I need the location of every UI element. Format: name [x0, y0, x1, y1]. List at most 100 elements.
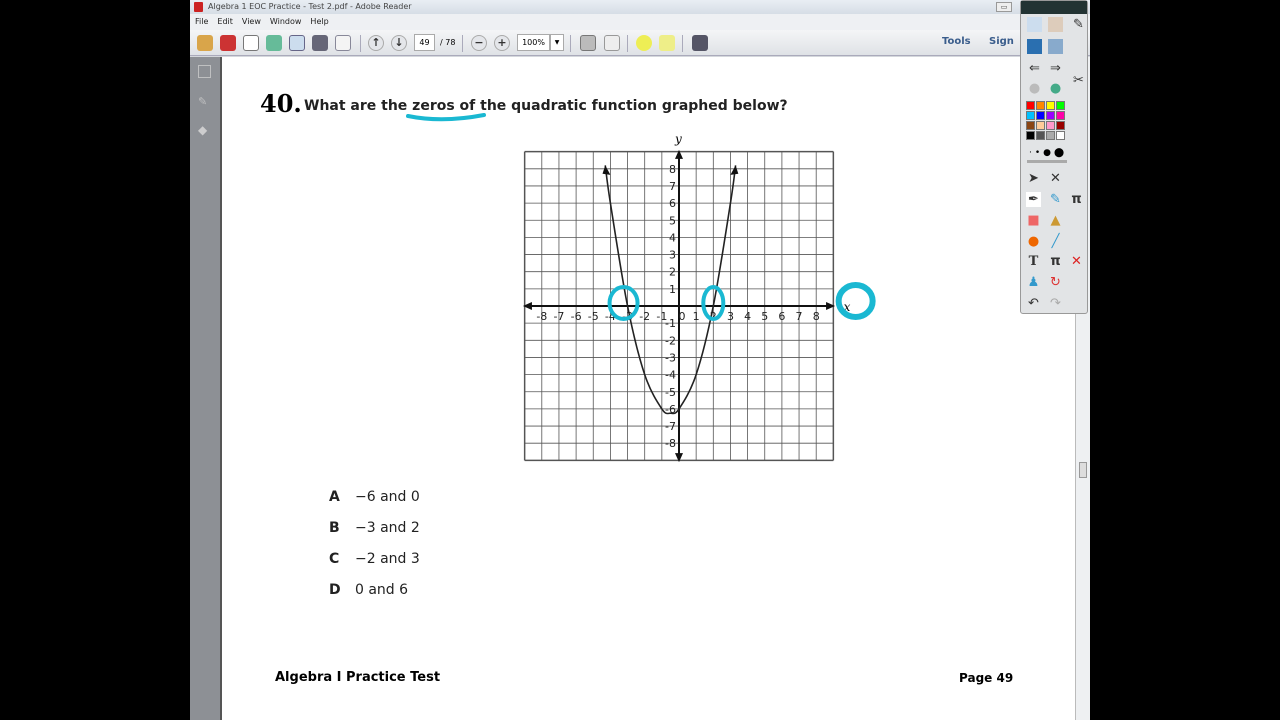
redo-icon[interactable]: ↷	[1048, 296, 1063, 311]
y-axis-label: y	[674, 132, 682, 146]
fill-icon[interactable]: ▲	[1048, 213, 1063, 228]
camera-icon[interactable]	[1048, 17, 1063, 32]
annotation-underline	[406, 113, 486, 122]
gallery-icon[interactable]: ●	[1048, 81, 1063, 96]
page-total: / 78	[440, 38, 456, 47]
pen-size-icon[interactable]: ·•●⬤	[1029, 148, 1067, 158]
layers-icon[interactable]: ◆	[198, 123, 211, 137]
highlighter-icon[interactable]: ✎	[1048, 192, 1063, 207]
color-swatch[interactable]	[1026, 131, 1035, 140]
coordinate-graph: -8 -7 -6 -5 -4 -3 -2 -1 0 1 2 3 4 5 6 7 887654321-1-2-3-…	[406, 113, 876, 463]
color-swatch[interactable]	[1026, 101, 1035, 110]
menu-file[interactable]: File	[195, 17, 208, 26]
color-swatch[interactable]	[1046, 101, 1055, 110]
color-swatch[interactable]	[1026, 111, 1035, 120]
save-icon[interactable]	[289, 35, 305, 51]
page-thumbnails-icon[interactable]	[198, 65, 211, 78]
shapes-icon[interactable]: ●	[1026, 234, 1041, 249]
menu-help[interactable]: Help	[310, 17, 328, 26]
sign-pane-button[interactable]: Sign	[989, 36, 1014, 47]
cloud-upload-icon[interactable]	[266, 35, 282, 51]
y-tick-label: 1	[669, 283, 676, 296]
edit-icon[interactable]	[243, 35, 259, 51]
color-swatch[interactable]	[1056, 101, 1065, 110]
color-swatch[interactable]	[1036, 101, 1045, 110]
zoom-in-button[interactable]: +	[494, 35, 510, 51]
undo-icon[interactable]: ↶	[1026, 296, 1041, 311]
comment-icon[interactable]	[636, 35, 652, 51]
choice-a[interactable]: A −6 and 0	[329, 489, 420, 505]
fit-width-icon[interactable]	[604, 35, 620, 51]
desktop-pen-icon[interactable]: ✎	[1071, 17, 1086, 32]
color-swatch[interactable]	[1036, 111, 1045, 120]
annotate-mode-icon[interactable]	[1027, 39, 1042, 54]
line-icon[interactable]: ╱	[1048, 234, 1063, 249]
zoom-level-input[interactable]: 100%	[517, 34, 550, 51]
menu-window[interactable]: Window	[270, 17, 302, 26]
x-tick-label: 1	[693, 310, 700, 323]
email-icon[interactable]	[335, 35, 351, 51]
menu-edit[interactable]: Edit	[217, 17, 233, 26]
attachments-icon[interactable]: ✎	[198, 95, 211, 108]
color-swatch[interactable]	[1056, 121, 1065, 130]
y-tick-label: 4	[669, 231, 676, 244]
scrollbar-thumb[interactable]	[1079, 462, 1087, 478]
color-swatch[interactable]	[1056, 131, 1065, 140]
color-swatch[interactable]	[1046, 121, 1055, 130]
highlight-text-icon[interactable]	[659, 35, 675, 51]
full-screen-icon[interactable]	[692, 35, 708, 51]
next-page-button[interactable]: ↓	[391, 35, 407, 51]
choice-c[interactable]: C −2 and 3	[329, 551, 420, 567]
page-number-input[interactable]: 49	[414, 34, 435, 51]
play-icon[interactable]: ●	[1027, 81, 1042, 96]
fit-page-icon[interactable]	[580, 35, 596, 51]
pdf-page: 40. What are the zeros of the quadratic …	[220, 57, 1075, 720]
choice-letter: A	[329, 489, 340, 505]
color-swatch[interactable]	[1026, 121, 1035, 130]
palette-header[interactable]	[1021, 1, 1087, 14]
tools-pane-button[interactable]: Tools	[942, 36, 971, 47]
refresh-icon[interactable]: ↻	[1048, 275, 1063, 290]
footer-title: Algebra I Practice Test	[275, 670, 441, 685]
x-tick-label: 3	[727, 310, 734, 323]
text-icon[interactable]: T	[1026, 254, 1041, 269]
pi-icon[interactable]: π	[1069, 192, 1084, 207]
color-swatch[interactable]	[1036, 121, 1045, 130]
x-tick-label: -8	[536, 310, 547, 323]
math-icon[interactable]: π	[1048, 254, 1063, 269]
choice-text: −6 and 0	[355, 489, 420, 505]
menu-view[interactable]: View	[242, 17, 261, 26]
zoom-out-button[interactable]: −	[471, 35, 487, 51]
x-tick-label: 8	[813, 310, 820, 323]
choice-text: −3 and 2	[355, 520, 420, 536]
print-icon[interactable]	[312, 35, 328, 51]
transparency-slider[interactable]	[1027, 160, 1067, 163]
screen-icon[interactable]	[1027, 17, 1042, 32]
scissors-icon[interactable]: ✂	[1071, 73, 1086, 88]
choice-b[interactable]: B −3 and 2	[329, 520, 420, 536]
choice-letter: C	[329, 551, 340, 567]
adobe-reader-window: Algebra 1 EOC Practice - Test 2.pdf - Ad…	[190, 0, 1090, 720]
color-swatch[interactable]	[1046, 131, 1055, 140]
tools-icon[interactable]: ✕	[1048, 171, 1063, 186]
pen-icon[interactable]: ✒	[1026, 192, 1041, 207]
color-swatch[interactable]	[1036, 131, 1045, 140]
eraser-icon[interactable]: ■	[1026, 213, 1041, 228]
create-icon[interactable]	[197, 35, 213, 51]
choice-d[interactable]: D 0 and 6	[329, 582, 408, 598]
mouse-mode-icon[interactable]	[1048, 39, 1063, 54]
y-tick-label: -5	[665, 386, 676, 399]
zoom-dropdown-icon[interactable]: ▼	[550, 34, 564, 51]
navigation-pane: ✎ ◆	[190, 57, 220, 720]
color-swatch[interactable]	[1046, 111, 1055, 120]
close-icon[interactable]: ✕	[1069, 254, 1084, 269]
restore-button[interactable]: ▭	[996, 2, 1012, 12]
toolbar: ↑ ↓ 49 / 78 − + 100% ▼ Tools Sign	[190, 30, 1090, 56]
next-page-icon[interactable]: ⇒	[1048, 61, 1063, 76]
previous-page-icon[interactable]: ⇐	[1027, 61, 1042, 76]
previous-page-button[interactable]: ↑	[368, 35, 384, 51]
select-arrow-icon[interactable]: ➤	[1026, 171, 1041, 186]
color-swatch[interactable]	[1056, 111, 1065, 120]
convert-icon[interactable]	[220, 35, 236, 51]
clear-icon[interactable]: ♟	[1026, 275, 1041, 290]
